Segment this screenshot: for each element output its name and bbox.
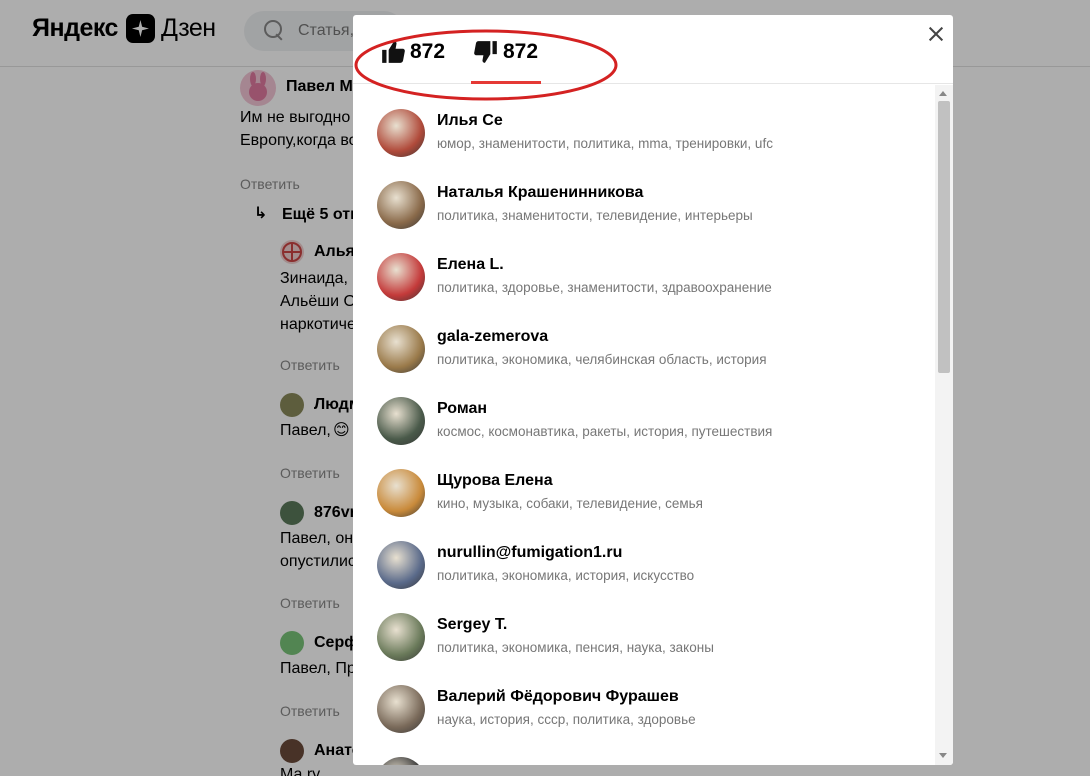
user-avatar[interactable] [377, 757, 425, 765]
modal-header: 872 872 [353, 15, 953, 84]
close-icon[interactable] [925, 23, 947, 45]
dislikes-count: 872 [503, 40, 539, 63]
user-avatar[interactable] [377, 397, 425, 445]
user-row[interactable]: gala-zemerova политика, экономика, челяби… [353, 299, 933, 373]
user-interests: кино, музыка, собаки, телевидение, семья [437, 496, 703, 511]
user-name[interactable]: nurullin@fumigation1.ru [437, 544, 622, 562]
user-interests: политика, здоровье, знаменитости, здраво… [437, 280, 772, 295]
user-name[interactable]: Наталья Крашенинникова [437, 184, 643, 202]
user-avatar[interactable] [377, 685, 425, 733]
user-name[interactable]: gala-zemerova [437, 328, 548, 346]
user-row[interactable]: Роман космос, космонавтика, ракеты, истор… [353, 371, 933, 445]
user-avatar[interactable] [377, 325, 425, 373]
user-row[interactable]: Илья Се юмор, знаменитости, политика, mma… [353, 85, 933, 157]
user-name[interactable]: Щурова Елена [437, 472, 553, 490]
user-name[interactable]: Елена L. [437, 256, 504, 274]
user-interests: политика, экономика, пенсия, наука, зако… [437, 640, 714, 655]
user-name[interactable]: Илья Се [437, 112, 503, 130]
likes-count: 872 [410, 40, 446, 63]
user-avatar[interactable] [377, 109, 425, 157]
reactions-modal: 872 872 Илья Се юмор, знаменитости, полит… [353, 15, 953, 765]
active-tab-indicator [471, 81, 541, 84]
user-name[interactable]: Sergey T. [437, 616, 507, 634]
user-avatar[interactable] [377, 613, 425, 661]
scrollbar[interactable] [935, 85, 953, 765]
scroll-thumb[interactable] [938, 101, 950, 373]
user-interests: политика, экономика, история, искусство [437, 568, 695, 583]
user-interests: юмор, знаменитости, политика, mma, трени… [437, 136, 773, 151]
user-row[interactable] [353, 731, 933, 765]
user-row[interactable]: Валерий Фёдорович Фурашев наука, история,… [353, 659, 933, 733]
user-row[interactable]: Щурова Елена кино, музыка, собаки, телеви… [353, 443, 933, 517]
user-name[interactable]: Роман [437, 400, 487, 418]
user-interests: политика, экономика, челябинская область… [437, 352, 767, 367]
user-row[interactable]: Елена L. политика, здоровье, знаменитости… [353, 227, 933, 301]
user-row[interactable]: Sergey T. политика, экономика, пенсия, на… [353, 587, 933, 661]
scroll-down-arrow-icon[interactable] [939, 753, 947, 758]
scroll-up-arrow-icon[interactable] [939, 91, 947, 96]
tab-likes[interactable]: 872 [380, 39, 445, 65]
thumbs-up-icon [382, 41, 405, 63]
tab-dislikes[interactable]: 872 [473, 39, 538, 65]
user-row[interactable]: Наталья Крашенинникова политика, знаменит… [353, 155, 933, 229]
user-avatar[interactable] [377, 469, 425, 517]
user-name[interactable]: Валерий Фёдорович Фурашев [437, 688, 679, 706]
user-avatar[interactable] [377, 253, 425, 301]
user-avatar[interactable] [377, 541, 425, 589]
thumbs-down-icon [474, 41, 497, 63]
user-avatar[interactable] [377, 181, 425, 229]
user-interests: космос, космонавтика, ракеты, история, п… [437, 424, 773, 439]
user-interests: наука, история, ссср, политика, здоровье [437, 712, 696, 727]
users-list: Илья Се юмор, знаменитости, политика, mma… [353, 85, 933, 765]
user-interests: политика, знаменитости, телевидение, инт… [437, 208, 753, 223]
user-row[interactable]: nurullin@fumigation1.ru политика, экономи… [353, 515, 933, 589]
